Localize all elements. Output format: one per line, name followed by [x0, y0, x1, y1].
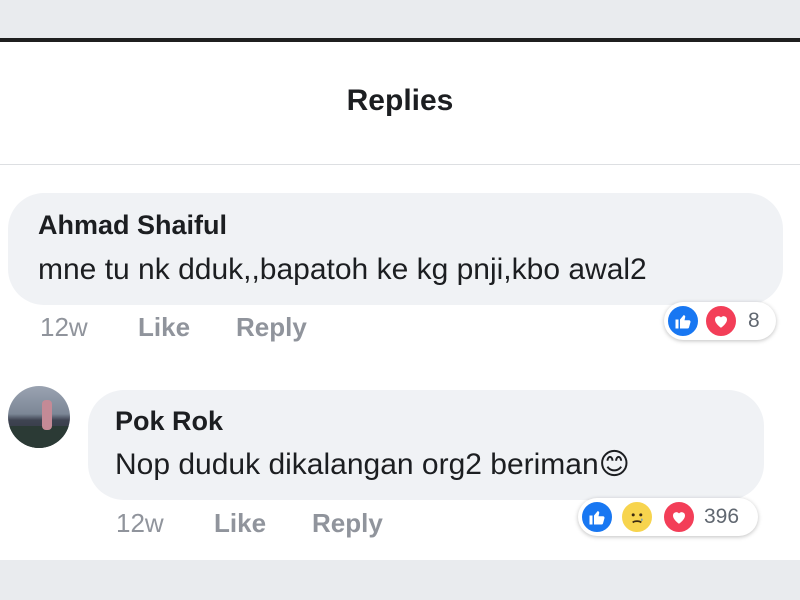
avatar[interactable]	[8, 386, 70, 448]
header-border	[0, 38, 800, 42]
comment-bubble: Ahmad Shaiful mne tu nk dduk,,bapatoh ke…	[8, 193, 783, 305]
comment-text: mne tu nk dduk,,bapatoh ke kg pnji,kbo a…	[38, 253, 647, 286]
comment-timestamp[interactable]: 12w	[40, 312, 88, 343]
like-reaction-icon	[666, 304, 700, 338]
like-button[interactable]: Like	[138, 312, 190, 343]
top-bar	[0, 0, 800, 40]
comment-bubble: Pok Rok Nop duduk dikalangan org2 berima…	[88, 390, 764, 500]
comment-author[interactable]: Pok Rok	[115, 406, 223, 437]
reactions-summary[interactable]: 396	[578, 498, 758, 536]
sad-reaction-icon	[620, 500, 654, 534]
comment-timestamp[interactable]: 12w	[116, 508, 164, 539]
reply-button[interactable]: Reply	[236, 312, 307, 343]
header-divider	[0, 164, 800, 165]
like-reaction-icon	[580, 500, 614, 534]
love-reaction-icon	[704, 304, 738, 338]
love-reaction-icon	[662, 500, 696, 534]
bottom-bar	[0, 560, 800, 600]
like-button[interactable]: Like	[214, 508, 266, 539]
reaction-count: 8	[748, 309, 760, 332]
reply-button[interactable]: Reply	[312, 508, 383, 539]
reactions-summary[interactable]: 8	[664, 302, 776, 340]
comment-text: Nop duduk dikalangan org2 beriman😊	[115, 448, 630, 481]
page-title: Replies	[346, 84, 454, 117]
comment-author[interactable]: Ahmad Shaiful	[38, 210, 227, 241]
reaction-count: 396	[704, 505, 740, 528]
